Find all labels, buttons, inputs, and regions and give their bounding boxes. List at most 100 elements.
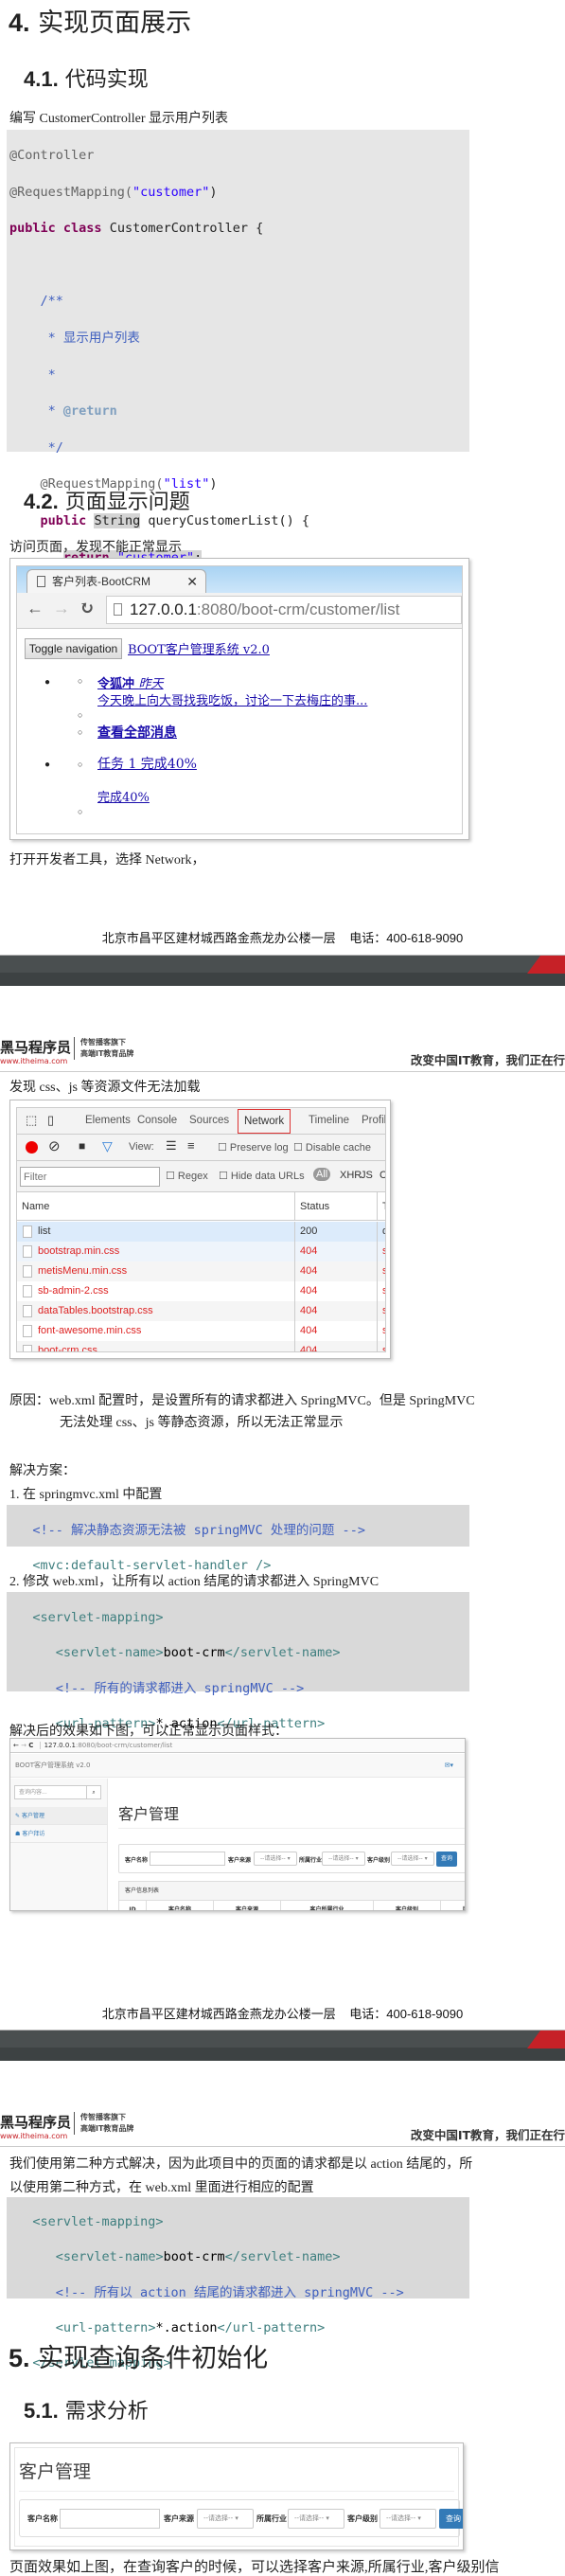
camera-icon[interactable]: ■ [79,1139,85,1153]
customer-source-select[interactable]: --请选择-- ▾ [254,1852,297,1866]
page-footer-band [0,955,565,986]
panel-title: 客户信息列表 [119,1882,465,1901]
table-column-header: 客户来源 [214,1901,281,1910]
back-icon[interactable]: ← [26,599,44,618]
hide-data-urls-checkbox[interactable]: ☐ Hide data URLs [219,1170,305,1182]
devtools-tab-timeline[interactable]: Timeline [309,1115,349,1126]
paragraph: 原因：web.xml 配置时，是设置所有的请求都进入 SpringMVC。但是 … [9,1394,475,1408]
file-icon [23,1265,32,1278]
industry-select[interactable]: --请选择-- ▾ [288,2509,344,2529]
heading-section-5: 5. 实现查询条件初始化 [9,2344,269,2373]
preserve-log-checkbox[interactable]: ☐ Preserve log [218,1141,289,1154]
devtools-tab-profiles[interactable]: Profiles [362,1115,385,1126]
network-row[interactable]: list200document [17,1222,385,1242]
forward-icon[interactable]: → [53,599,70,618]
heading-section-4-2: 4.2. 页面显示问题 [24,490,190,514]
paragraph: 打开开发者工具，选择 Network， [9,853,205,868]
close-icon[interactable]: ✕ [186,570,198,593]
devtools-tab-elements[interactable]: Elements [85,1115,131,1126]
reload-icon[interactable]: ↻ [79,598,95,619]
page-header: 黑马程序员 www.itheima.com 传智播客旗下 高端IT教育品牌 改变中国… [0,2104,565,2147]
regex-checkbox[interactable]: ☐ Regex [166,1170,208,1182]
filter-type-xhr[interactable]: XHR [340,1170,362,1181]
devtools-tab-console[interactable]: Console [137,1115,177,1126]
task-progress-link[interactable]: 完成40% [97,787,150,805]
sidebar-item-customer-visit[interactable]: ☗ 客户拜访 [10,1825,107,1843]
table-column-header: ID [119,1901,147,1910]
message-sender-link[interactable]: 令狐冲 昨天 [97,673,164,691]
brand-link[interactable]: BOOT客户管理系统 v2.0 [128,639,270,657]
filter-icon[interactable]: ▽ [102,1138,113,1154]
inspect-icon[interactable]: ⬚ [26,1113,37,1128]
devtools-tab-network[interactable]: Network [238,1109,291,1134]
filter-type-all[interactable]: All [313,1168,331,1181]
forward-icon[interactable]: → [21,1742,26,1749]
page-icon [114,603,122,616]
network-row[interactable]: font-awesome.min.css404stylesheet [17,1321,385,1341]
screenshot-broken-page: 客户列表-BootCRM ✕ ← → ↻ 127.0.0.1:8080/boot… [9,558,469,840]
toggle-navigation-button[interactable]: Toggle navigation [25,638,122,659]
file-icon [23,1305,32,1317]
filter-type-css[interactable]: CSS [380,1170,385,1181]
page-header: 黑马程序员 www.itheima.com 传智播客旗下 高端IT教育品牌 改变中国… [0,1029,565,1072]
list-view-icon[interactable]: ☰ [166,1138,177,1154]
itheima-logo: 黑马程序员 www.itheima.com [0,2114,72,2140]
browser-tab[interactable]: 客户列表-BootCRM ✕ [26,569,206,594]
sidebar-item-customer-management[interactable]: ✎ 客户管理 [10,1807,107,1825]
level-select[interactable]: --请选择-- ▾ [391,1852,434,1866]
level-select[interactable]: --请选择-- ▾ [380,2509,436,2529]
mail-icon[interactable]: ✉▾ [445,1754,453,1778]
code-block-xml: <!-- 解决静态资源无法被 springMVC 处理的问题 --> <mvc:… [7,1505,469,1573]
devtools-tab-sources[interactable]: Sources [189,1115,229,1126]
network-row[interactable]: dataTables.bootstrap.css404stylesheet [17,1301,385,1321]
crm-brand[interactable]: BOOT客户管理系统 v2.0 [15,1762,90,1769]
address-bar[interactable]: 127.0.0.1:8080/boot-crm/customer/list [106,596,462,624]
edit-icon: ✎ [15,1813,21,1819]
customer-source-select[interactable]: --请选择-- ▾ [197,2509,254,2529]
code-block-java: @Controller @RequestMapping("customer") … [7,130,469,674]
paragraph: 解决后的效果如下图，可以正常显示页面样式： [9,1725,288,1739]
disable-cache-checkbox[interactable]: ☐ Disable cache [293,1141,371,1154]
network-row[interactable]: metisMenu.min.css404stylesheet [17,1261,385,1281]
clear-icon[interactable]: ⊘ [48,1137,61,1154]
query-button[interactable]: 查询 [439,2509,463,2529]
record-icon[interactable] [26,1141,38,1154]
paragraph: 发现 css、js 等资源文件无法加载 [9,1081,201,1095]
task-link[interactable]: 任务 1 完成40% [97,754,197,773]
filter-type-js[interactable]: JS [361,1170,373,1181]
network-row[interactable]: sb-admin-2.css404stylesheet [17,1281,385,1301]
crm-navbar: BOOT客户管理系统 v2.0 ✉▾ [10,1754,465,1778]
paragraph: 1. 在 springmvc.xml 中配置 [9,1488,163,1502]
page-footer-address: 北京市昌平区建材城西路金燕龙办公楼一层 电话：400-618-9090 [101,2007,464,2021]
view-all-messages-link[interactable]: 查看全部消息 [97,723,177,742]
paragraph: 访问页面，发现不能正常显示 [9,541,182,555]
heading-section-4: 4. 实现页面展示 [9,9,192,38]
sidebar-search-input[interactable]: 查询内容... ⌕ [14,1785,101,1799]
network-row[interactable]: boot-crm.css404stylesheet [17,1341,385,1351]
filter-input[interactable] [20,1167,160,1187]
customer-name-input[interactable] [150,1852,225,1866]
table-column-header: 固定电话 [441,1901,465,1910]
device-icon[interactable]: ▯ [47,1113,54,1128]
paragraph: 2. 修改 web.xml，让所有以 action 结尾的请求都进入 Sprin… [9,1575,380,1589]
back-icon[interactable]: ← [13,1742,19,1749]
paragraph: 编写 CustomerController 显示用户列表 [9,112,228,126]
paragraph: 解决方案： [9,1464,76,1478]
table-column-header: 客户所属行业 [281,1901,374,1910]
message-link[interactable]: 今天晚上向大哥找我吃饭，讨论一下去梅庄的事... [97,690,367,708]
network-row[interactable]: bootstrap.min.css404stylesheet [17,1242,385,1261]
group-icon: ☗ [15,1831,21,1837]
reload-icon[interactable]: C [28,1742,33,1749]
industry-select[interactable]: --请选择-- ▾ [322,1852,365,1866]
paragraph: 页面效果如上图，在查询客户的时候，可以选择客户来源,所属行业,客户级别信 [9,2560,500,2575]
address-bar[interactable]: 127.0.0.1:8080/boot-crm/customer/list [39,1742,173,1749]
page-icon [37,576,45,587]
page-footer-band [0,2030,565,2061]
query-button[interactable]: 查询 [436,1852,457,1867]
paragraph: 无法处理 css、js 等静态资源，所以无法正常显示 [60,1416,344,1430]
search-icon[interactable]: ⌕ [86,1786,100,1798]
file-icon [23,1225,32,1238]
waterfall-view-icon[interactable]: ≡ [187,1138,195,1153]
customer-name-input[interactable] [60,2509,160,2529]
table-column-header: 客户级别 [374,1901,441,1910]
